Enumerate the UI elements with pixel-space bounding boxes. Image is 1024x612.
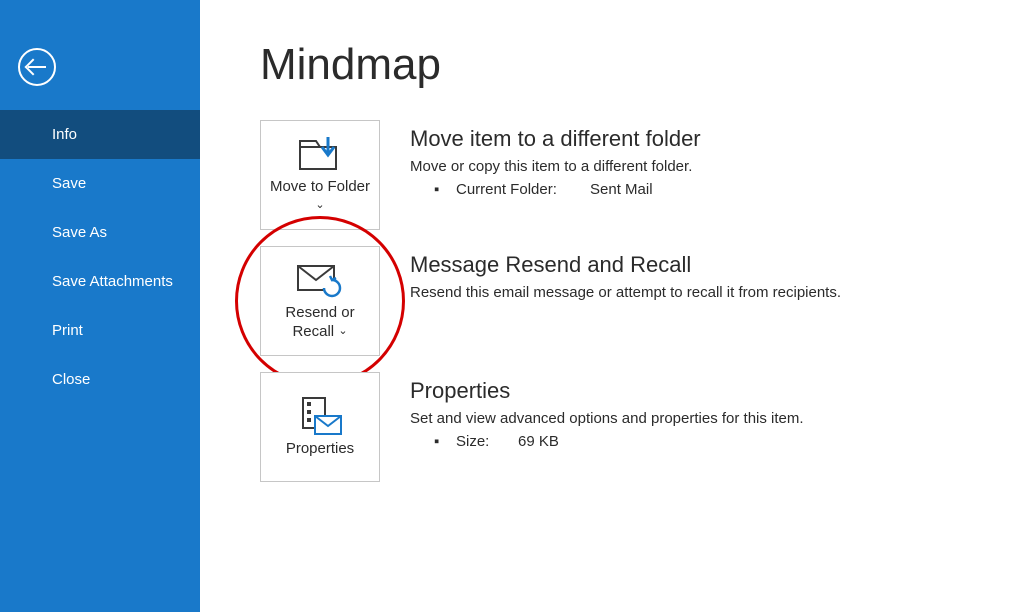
nav-item-save-as[interactable]: Save As — [0, 208, 200, 257]
section-desc: Resend this email message or attempt to … — [410, 284, 1004, 301]
tile-label: Resend or Recall ⌄ — [265, 304, 375, 342]
folder-arrow-icon — [298, 134, 342, 174]
nav-item-save-attachments[interactable]: Save Attachments — [0, 257, 200, 306]
back-button[interactable] — [18, 48, 56, 86]
nav-item-info[interactable]: Info — [0, 110, 200, 159]
tile-label: Properties — [286, 440, 354, 459]
nav-item-save[interactable]: Save — [0, 159, 200, 208]
section-title: Properties — [410, 378, 1004, 404]
section-desc: Move or copy this item to a different fo… — [410, 158, 1004, 175]
nav-item-close[interactable]: Close — [0, 355, 200, 404]
envelope-refresh-icon — [296, 260, 344, 300]
nav-item-print[interactable]: Print — [0, 306, 200, 355]
section-title: Move item to a different folder — [410, 126, 1004, 152]
nav-list: Info Save Save As Save Attachments Print… — [0, 110, 200, 404]
back-arrow-icon — [28, 66, 46, 68]
section-move: Move to Folder ⌄ Move item to a differen… — [260, 120, 1004, 230]
tile-label: Move to Folder ⌄ — [265, 178, 375, 216]
resend-recall-button[interactable]: Resend or Recall ⌄ — [260, 246, 380, 356]
section-resend: Resend or Recall ⌄ Message Resend and Re… — [260, 246, 1004, 356]
size-row: ▪ Size: 69 KB — [410, 433, 1004, 450]
chevron-down-icon: ⌄ — [315, 199, 324, 211]
section-desc: Set and view advanced options and proper… — [410, 410, 1004, 427]
backstage-sidebar: Info Save Save As Save Attachments Print… — [0, 0, 200, 612]
chevron-down-icon: ⌄ — [338, 325, 347, 337]
properties-icon — [297, 396, 343, 436]
page-title: Mindmap — [260, 40, 1004, 90]
move-to-folder-button[interactable]: Move to Folder ⌄ — [260, 120, 380, 230]
main-panel: Mindmap Move to Folder ⌄ Move item to a … — [200, 0, 1024, 612]
section-properties: Properties Properties Set and view advan… — [260, 372, 1004, 482]
properties-button[interactable]: Properties — [260, 372, 380, 482]
current-folder-row: ▪ Current Folder: Sent Mail — [410, 181, 1004, 198]
section-title: Message Resend and Recall — [410, 252, 1004, 278]
